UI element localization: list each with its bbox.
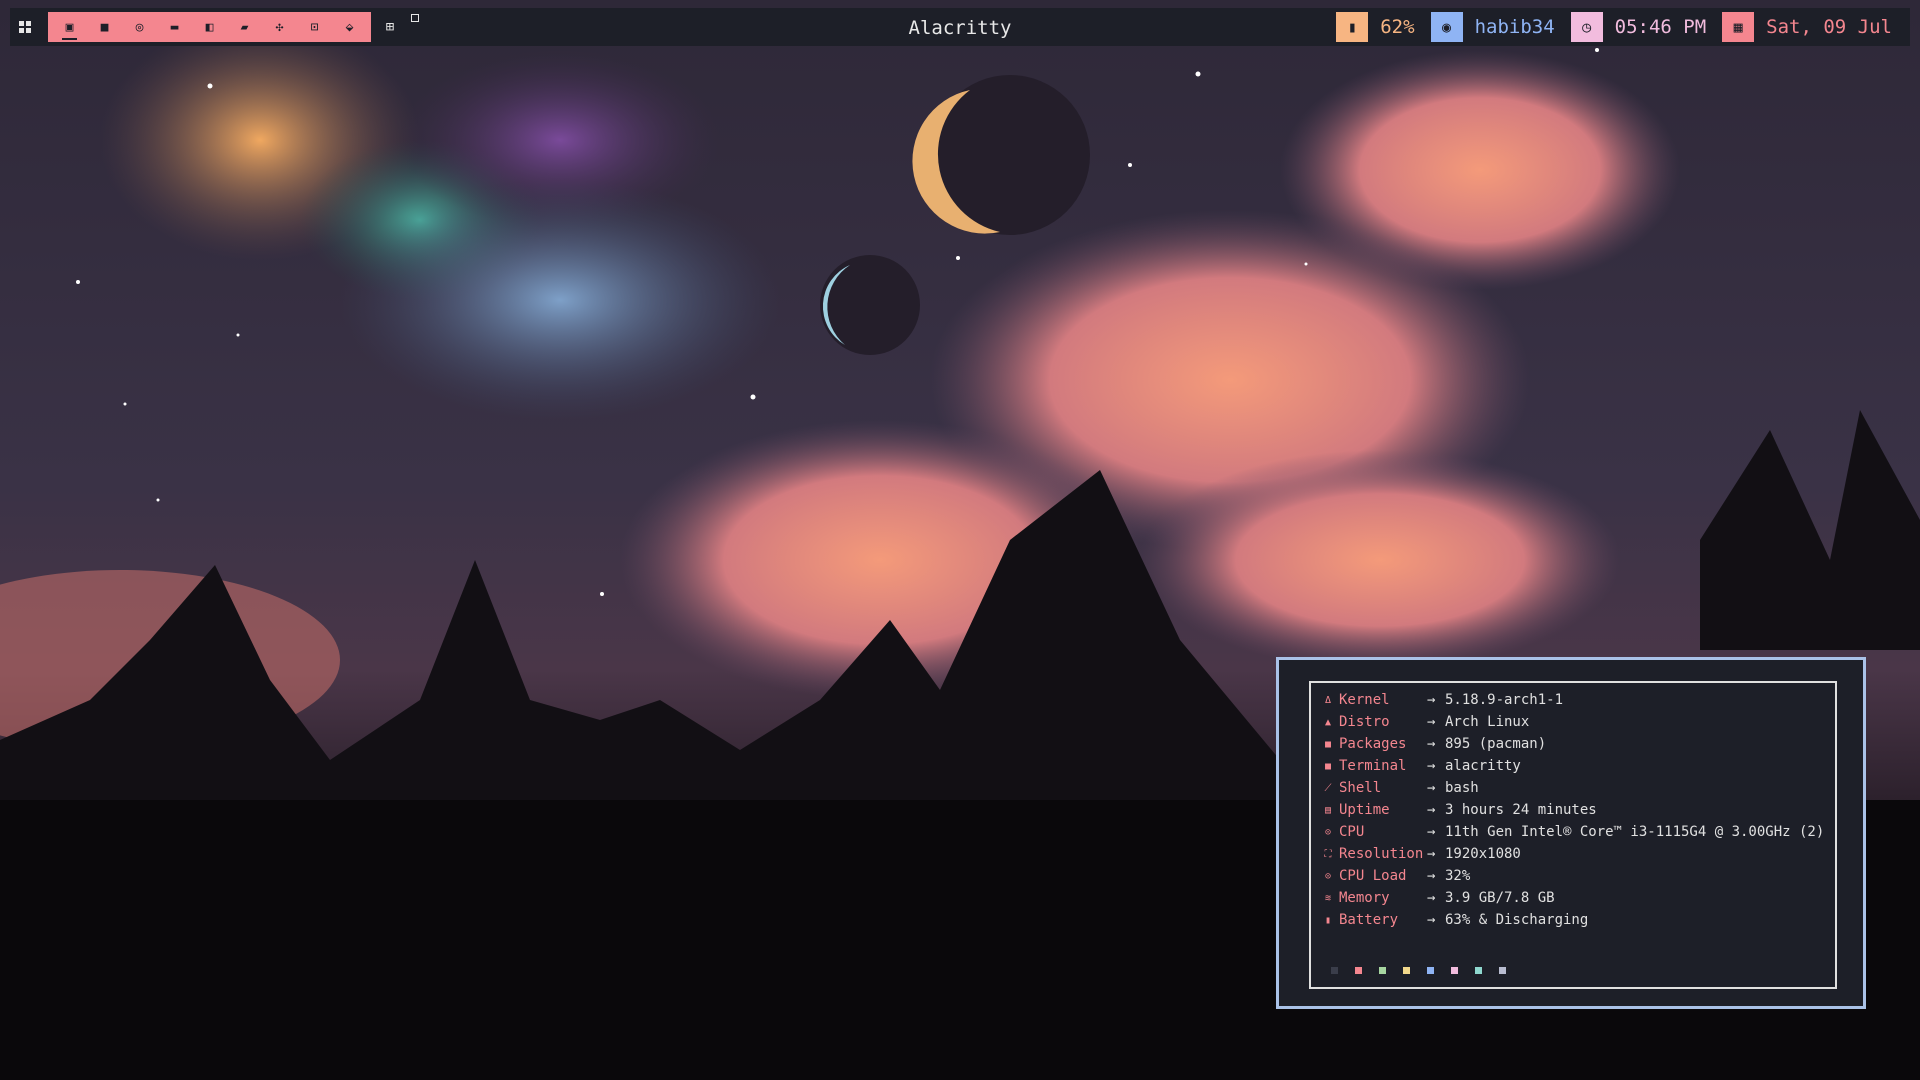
arrow-icon: → bbox=[1427, 912, 1436, 928]
date-text: Sat, 09 Jul bbox=[1766, 16, 1892, 38]
clock-time: 05:46 PM bbox=[1614, 16, 1707, 38]
palette-swatch bbox=[1331, 967, 1338, 974]
info-key: Battery bbox=[1339, 912, 1399, 928]
info-value: alacritty bbox=[1445, 758, 1521, 774]
palette-swatch bbox=[1427, 967, 1434, 974]
info-value: 3.9 GB/7.8 GB bbox=[1445, 890, 1555, 906]
uptime-icon: ▤ bbox=[1324, 804, 1332, 816]
info-row-uptime: ▤ Uptime → 3 hours 24 minutes bbox=[1321, 799, 1597, 821]
arrow-icon: → bbox=[1427, 758, 1436, 774]
info-row-shell: ⟋ Shell → bash bbox=[1321, 777, 1479, 799]
info-key: Terminal bbox=[1339, 758, 1407, 774]
info-row-distro: ▲ Distro → Arch Linux bbox=[1321, 711, 1529, 733]
wifi-icon: ◉ bbox=[1430, 12, 1463, 42]
battery-icon: ▮ bbox=[1324, 914, 1332, 926]
shell-icon: ⟋ bbox=[1324, 782, 1332, 794]
info-row-kernel: Δ Kernel → 5.18.9-arch1-1 bbox=[1321, 689, 1563, 711]
workspace-5-music-icon[interactable]: ◧ bbox=[192, 12, 227, 42]
palette-swatch bbox=[1475, 967, 1482, 974]
battery-module[interactable]: ▮ 62% bbox=[1336, 12, 1415, 42]
info-row-cpu: ⊙ CPU → 11th Gen Intel® Core™ i3-1115G4 … bbox=[1321, 821, 1824, 843]
info-key: Resolution bbox=[1339, 846, 1424, 862]
workspace-9-misc-icon[interactable]: ⬙ bbox=[332, 12, 367, 42]
workspace-6-chat-icon[interactable]: ▰ bbox=[227, 12, 262, 42]
arrow-icon: → bbox=[1427, 780, 1436, 796]
battery-percentage: 62% bbox=[1380, 16, 1415, 38]
workspace-2-folder-icon[interactable]: ■ bbox=[87, 12, 122, 42]
arrow-icon: → bbox=[1427, 868, 1436, 884]
info-value: 5.18.9-arch1-1 bbox=[1445, 692, 1564, 708]
arrow-icon: → bbox=[1427, 736, 1436, 752]
scratchpad-indicator bbox=[411, 14, 419, 22]
info-key: Packages bbox=[1339, 736, 1407, 752]
info-key: CPU Load bbox=[1339, 868, 1407, 884]
info-value: 895 (pacman) bbox=[1445, 736, 1547, 752]
arrow-icon: → bbox=[1427, 802, 1436, 818]
arrow-icon: → bbox=[1427, 692, 1436, 708]
palette-swatch bbox=[1403, 967, 1410, 974]
palette-swatch bbox=[1355, 967, 1362, 974]
palette-swatch bbox=[1379, 967, 1386, 974]
info-value: 3 hours 24 minutes bbox=[1445, 802, 1597, 818]
cpu-load-icon: ⊙ bbox=[1324, 870, 1332, 882]
date-module[interactable]: ▦ Sat, 09 Jul bbox=[1722, 12, 1892, 42]
grid-icon[interactable] bbox=[10, 8, 40, 46]
clock-module[interactable]: ◷ 05:46 PM bbox=[1570, 12, 1707, 42]
battery-icon: ▮ bbox=[1336, 12, 1369, 42]
info-value: 32% bbox=[1445, 868, 1471, 884]
neofetch-box: Δ Kernel → 5.18.9-arch1-1 ▲ Distro → Arc… bbox=[1309, 681, 1837, 989]
network-ssid: habib34 bbox=[1474, 16, 1555, 38]
info-key: Distro bbox=[1339, 714, 1390, 730]
info-value: 63% & Discharging bbox=[1445, 912, 1589, 928]
workspace-switcher: ▣ ■ ◎ ▬ ◧ ▰ ✣ ⊡ ⬙ bbox=[48, 12, 371, 42]
workspace-3-browser-icon[interactable]: ◎ bbox=[122, 12, 157, 42]
alacritty-window[interactable]: Δ Kernel → 5.18.9-arch1-1 ▲ Distro → Arc… bbox=[1276, 657, 1866, 1009]
network-module[interactable]: ◉ habib34 bbox=[1430, 12, 1555, 42]
memory-icon: ≋ bbox=[1324, 892, 1332, 904]
terminal-icon: ■ bbox=[1324, 760, 1332, 772]
linux-icon: Δ bbox=[1324, 694, 1332, 706]
status-modules: ▮ 62% ◉ habib34 ◷ 05:46 PM ▦ Sat, 09 Jul bbox=[1320, 12, 1892, 42]
info-row-resolution: ⛶ Resolution → 1920x1080 bbox=[1321, 843, 1521, 865]
calendar-icon: ▦ bbox=[1722, 12, 1755, 42]
color-palette bbox=[1331, 967, 1523, 974]
info-value: 11th Gen Intel® Core™ i3-1115G4 @ 3.00GH… bbox=[1445, 824, 1825, 840]
layout-grid-icon[interactable]: ⊞ bbox=[371, 12, 409, 42]
arrow-icon: → bbox=[1427, 714, 1436, 730]
arrow-icon: → bbox=[1427, 890, 1436, 906]
info-value: Arch Linux bbox=[1445, 714, 1530, 730]
info-key: Shell bbox=[1339, 780, 1382, 796]
info-key: Memory bbox=[1339, 890, 1390, 906]
info-row-memory: ≋ Memory → 3.9 GB/7.8 GB bbox=[1321, 887, 1555, 909]
info-value: bash bbox=[1445, 780, 1479, 796]
info-key: CPU bbox=[1339, 824, 1365, 840]
info-key: Kernel bbox=[1339, 692, 1390, 708]
arrow-icon: → bbox=[1427, 846, 1436, 862]
info-row-battery: ▮ Battery → 63% & Discharging bbox=[1321, 909, 1588, 931]
arch-icon: ▲ bbox=[1324, 716, 1332, 728]
workspace-7-game-icon[interactable]: ✣ bbox=[262, 12, 297, 42]
palette-swatch bbox=[1499, 967, 1506, 974]
workspace-4-editor-icon[interactable]: ▬ bbox=[157, 12, 192, 42]
package-icon: ■ bbox=[1324, 738, 1332, 750]
info-value: 1920x1080 bbox=[1445, 846, 1521, 862]
workspace-8-settings-icon[interactable]: ⊡ bbox=[297, 12, 332, 42]
info-row-terminal: ■ Terminal → alacritty bbox=[1321, 755, 1521, 777]
cpu-icon: ⊙ bbox=[1324, 826, 1332, 838]
clock-icon: ◷ bbox=[1570, 12, 1603, 42]
resolution-icon: ⛶ bbox=[1324, 848, 1332, 860]
workspace-1-terminal-icon[interactable]: ▣ bbox=[52, 12, 87, 42]
info-key: Uptime bbox=[1339, 802, 1390, 818]
info-row-cpu-load: ⊙ CPU Load → 32% bbox=[1321, 865, 1470, 887]
info-row-packages: ■ Packages → 895 (pacman) bbox=[1321, 733, 1546, 755]
top-bar: ▣ ■ ◎ ▬ ◧ ▰ ✣ ⊡ ⬙ ⊞ Alacritty ▮ 62% ◉ ha… bbox=[10, 8, 1910, 46]
palette-swatch bbox=[1451, 967, 1458, 974]
arrow-icon: → bbox=[1427, 824, 1436, 840]
